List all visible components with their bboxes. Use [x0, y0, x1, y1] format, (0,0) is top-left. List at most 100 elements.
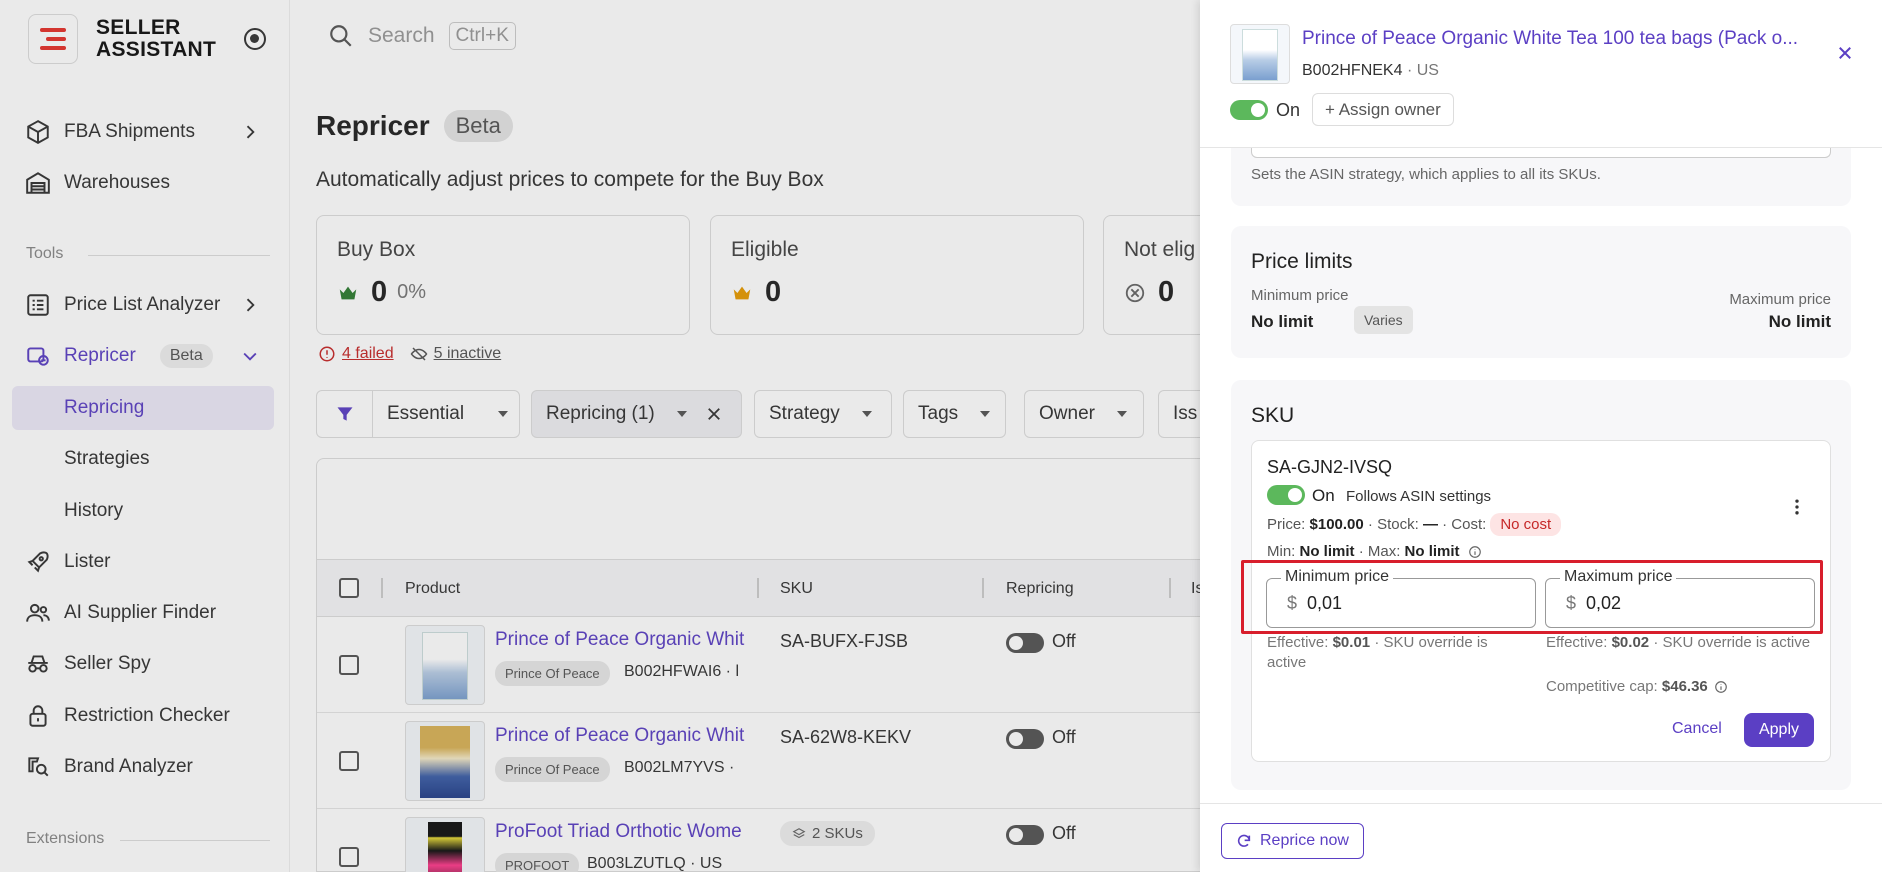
sidebar-item-fba-shipments[interactable]: FBA Shipments: [12, 110, 274, 154]
repricing-toggle[interactable]: [1006, 825, 1044, 845]
failed-count: 4 failed: [342, 345, 394, 362]
assign-owner-button[interactable]: + Assign owner: [1312, 93, 1454, 126]
sidebar-item-repricer[interactable]: Repricer Beta: [12, 334, 274, 378]
price-label: Price:: [1267, 516, 1306, 533]
column-product[interactable]: Product: [405, 580, 460, 598]
sidebar-item-warehouses[interactable]: Warehouses: [12, 161, 274, 205]
product-title[interactable]: ProFoot Triad Orthotic Wome: [495, 821, 745, 843]
inactive-count: 5 inactive: [433, 345, 502, 362]
cap-value: $46.36: [1661, 678, 1708, 695]
logo-icon: [28, 14, 78, 64]
section-label-extensions: Extensions: [26, 830, 105, 847]
table-header: Product SKU Repricing Is: [317, 559, 1217, 617]
product-image: [405, 721, 485, 801]
sidebar-item-label: Price List Analyzer: [64, 294, 221, 315]
select-all-checkbox[interactable]: [339, 578, 359, 598]
sidebar-item-restriction-checker[interactable]: Restriction Checker: [12, 694, 274, 738]
sidebar-item-label: Repricing: [64, 397, 145, 418]
repricing-filter[interactable]: Repricing (1): [531, 390, 742, 438]
sidebar-item-label: Warehouses: [64, 172, 170, 193]
sidebar-item-label: Brand Analyzer: [64, 756, 193, 777]
sidebar-item-seller-spy[interactable]: Seller Spy: [12, 642, 274, 686]
max-effective-note: Effective: $0.02 · SKU override is activ…: [1546, 633, 1816, 653]
override-note: · SKU override is: [1374, 634, 1488, 651]
global-search[interactable]: Search Ctrl+K: [328, 22, 516, 50]
min-price-value: No limit: [1251, 312, 1314, 331]
varies-badge: Varies: [1354, 306, 1413, 334]
products-table: Product SKU Repricing Is Prince of Peace…: [316, 458, 1217, 872]
reprice-now-button[interactable]: Reprice now: [1221, 823, 1364, 859]
drawer-product-image: [1230, 24, 1290, 84]
lock-icon: [24, 702, 52, 730]
focus-target-icon[interactable]: [244, 28, 266, 50]
alerts-row: 4 failed 5 inactive: [318, 345, 501, 363]
view-filter-label: Essential: [387, 403, 465, 424]
table-row[interactable]: ProFoot Triad Orthotic Wome PROFOOT B003…: [317, 809, 1217, 872]
sidebar-item-brand-analyzer[interactable]: Brand Analyzer: [12, 745, 274, 789]
apply-button[interactable]: Apply: [1744, 713, 1814, 747]
view-filter[interactable]: Essential: [316, 390, 520, 438]
sidebar-item-label: Restriction Checker: [64, 705, 230, 726]
stat-card-eligible[interactable]: Eligible 0: [710, 215, 1084, 335]
row-checkbox[interactable]: [339, 655, 359, 675]
sku-limits: Min: No limit · Max: No limit: [1267, 543, 1482, 560]
failed-link[interactable]: 4 failed: [318, 345, 394, 363]
strategy-filter[interactable]: Strategy: [754, 390, 892, 438]
sidebar-item-ai-supplier-finder[interactable]: AI Supplier Finder: [12, 591, 274, 635]
sku-cell: SA-62W8-KEKV: [780, 727, 912, 747]
highlight-box: [1241, 560, 1823, 634]
cancel-button[interactable]: Cancel: [1672, 720, 1722, 738]
owner-filter[interactable]: Owner: [1024, 390, 1144, 438]
column-repricing[interactable]: Repricing: [1006, 580, 1074, 598]
table-row[interactable]: Prince of Peace Organic Whit Prince Of P…: [317, 617, 1217, 713]
brand-logo[interactable]: SELLER ASSISTANT: [28, 14, 216, 64]
column-sku[interactable]: SKU: [780, 580, 813, 598]
asin-repricing-toggle[interactable]: [1230, 100, 1268, 120]
sidebar-item-lister[interactable]: Lister: [12, 540, 274, 584]
clear-filter-icon[interactable]: [705, 405, 723, 423]
info-icon[interactable]: [1468, 545, 1482, 559]
people-icon: [24, 599, 52, 627]
sidebar-item-label: FBA Shipments: [64, 121, 195, 142]
table-row[interactable]: Prince of Peace Organic Whit Prince Of P…: [317, 713, 1217, 809]
min-label: Min:: [1267, 543, 1296, 560]
row-checkbox[interactable]: [339, 751, 359, 771]
sku-section-title: SKU: [1251, 404, 1295, 427]
brand-pill: Prince Of Peace: [495, 661, 610, 686]
min-price-label: Minimum price: [1251, 287, 1349, 304]
info-icon[interactable]: [1714, 680, 1728, 694]
close-icon[interactable]: [1836, 44, 1854, 62]
drawer-product-title[interactable]: Prince of Peace Organic White Tea 100 te…: [1302, 28, 1802, 50]
warehouse-icon: [24, 169, 52, 197]
follows-asin-label: Follows ASIN settings: [1346, 488, 1492, 505]
more-vertical-icon[interactable]: [1787, 497, 1807, 517]
alert-circle-icon: [319, 346, 335, 362]
tags-filter[interactable]: Tags: [903, 390, 1006, 438]
repricing-toggle[interactable]: [1006, 633, 1044, 653]
sidebar-item-strategies[interactable]: Strategies: [12, 437, 274, 481]
sku-id: SA-GJN2-IVSQ: [1267, 457, 1393, 477]
sidebar-item-label: History: [64, 500, 124, 521]
layers-icon: [792, 827, 806, 838]
sidebar-item-repricing[interactable]: Repricing: [12, 386, 274, 430]
inactive-link[interactable]: 5 inactive: [410, 345, 502, 363]
sidebar-item-label: AI Supplier Finder: [64, 602, 217, 623]
sku-count-pill[interactable]: 2 SKUs: [780, 821, 875, 846]
stat-card-buy-box[interactable]: Buy Box 0 0%: [316, 215, 690, 335]
repricing-toggle[interactable]: [1006, 729, 1044, 749]
row-checkbox[interactable]: [339, 847, 359, 867]
product-asin: B002HFWAI6 · l: [624, 663, 739, 680]
product-image: [405, 625, 485, 705]
sidebar-item-price-list-analyzer[interactable]: Price List Analyzer: [12, 283, 274, 327]
sku-count: 2 SKUs: [812, 825, 863, 842]
stat-percent: 0%: [397, 281, 427, 303]
asin-status: On: [1276, 100, 1301, 120]
filter-icon[interactable]: [317, 391, 373, 437]
sku-repricing-toggle[interactable]: [1267, 485, 1305, 505]
stock-label: · Stock:: [1367, 516, 1419, 533]
page-title: Repricer Beta: [316, 110, 513, 142]
sidebar-item-label: Seller Spy: [64, 653, 151, 674]
product-title[interactable]: Prince of Peace Organic Whit: [495, 725, 745, 747]
sidebar-item-history[interactable]: History: [12, 489, 274, 533]
product-title[interactable]: Prince of Peace Organic Whit: [495, 629, 745, 651]
